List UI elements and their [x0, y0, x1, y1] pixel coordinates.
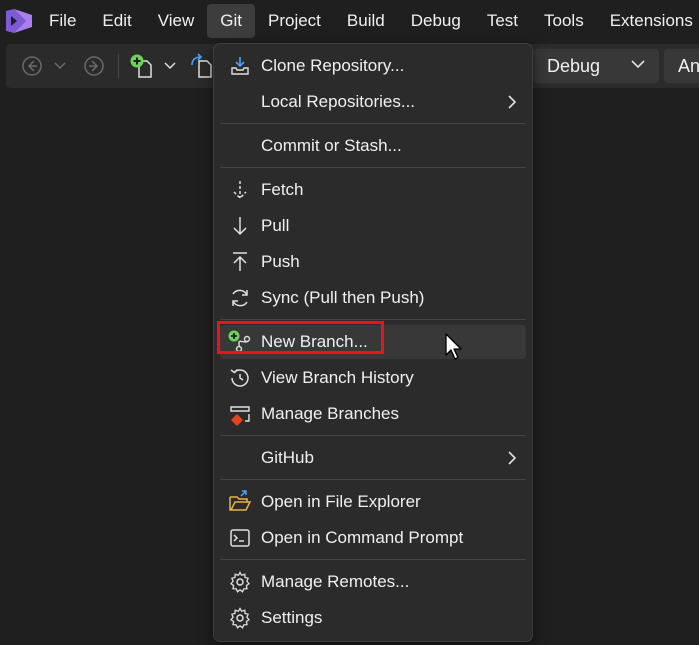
back-icon[interactable]: [20, 52, 44, 80]
menu-item-label: Manage Branches: [261, 404, 399, 423]
forward-icon[interactable]: [82, 52, 106, 80]
gear-icon: [230, 607, 250, 629]
menu-test[interactable]: Test: [474, 4, 531, 38]
toolbar-separator: [118, 54, 119, 78]
menu-item-label: Settings: [261, 608, 323, 627]
menu-file[interactable]: File: [36, 4, 89, 38]
menu-separator: [220, 559, 526, 560]
visual-studio-logo-icon[interactable]: [4, 6, 36, 36]
menu-separator: [220, 435, 526, 436]
menu-item-manage-remotes[interactable]: Manage Remotes...: [220, 565, 526, 599]
new-item-dropdown-chevron-icon[interactable]: [162, 52, 178, 80]
terminal-icon: [230, 529, 250, 547]
menu-item-clone-repository[interactable]: Clone Repository...: [220, 49, 526, 83]
menu-item-push[interactable]: Push: [220, 245, 526, 279]
back-dropdown-chevron-icon[interactable]: [52, 52, 68, 80]
menu-view[interactable]: View: [145, 4, 208, 38]
menu-item-label: New Branch...: [261, 332, 368, 351]
menu-build[interactable]: Build: [334, 4, 398, 38]
chevron-right-icon: [508, 95, 516, 109]
chevron-right-icon: [508, 451, 516, 465]
menu-item-open-in-command-prompt[interactable]: Open in Command Prompt: [220, 521, 526, 555]
gear-icon: [230, 571, 250, 593]
menu-project[interactable]: Project: [255, 4, 334, 38]
solution-configuration-value: Debug: [547, 55, 601, 76]
menu-item-fetch[interactable]: Fetch: [220, 173, 526, 207]
menu-separator: [220, 479, 526, 480]
mouse-cursor-icon: [445, 333, 462, 360]
menu-debug[interactable]: Debug: [398, 4, 474, 38]
menu-item-label: Sync (Pull then Push): [261, 288, 425, 307]
menu-item-label: GitHub: [261, 448, 314, 467]
clone-repository-icon: [231, 57, 249, 75]
menu-item-label: Local Repositories...: [261, 92, 416, 111]
menu-item-local-repositories[interactable]: Local Repositories...: [220, 85, 526, 119]
menu-item-label: Manage Remotes...: [261, 572, 410, 591]
menu-item-new-branch[interactable]: New Branch...: [220, 325, 526, 359]
new-branch-icon: [228, 330, 251, 353]
open-file-icon[interactable]: [188, 52, 214, 80]
menu-tools[interactable]: Tools: [531, 4, 597, 38]
menu-item-label: Push: [261, 252, 300, 271]
menu-git[interactable]: Git: [207, 4, 255, 38]
solution-platform-value: An: [678, 55, 699, 76]
menu-item-pull[interactable]: Pull: [220, 209, 526, 243]
git-menu-dropdown: Clone Repository... Local Repositories..…: [213, 43, 533, 642]
menu-separator: [220, 319, 526, 320]
menu-item-manage-branches[interactable]: Manage Branches: [220, 397, 526, 431]
menu-item-label: Clone Repository...: [261, 56, 405, 75]
solution-platform-dropdown[interactable]: An: [664, 49, 699, 83]
push-arrow-up-icon: [233, 252, 247, 271]
menu-separator: [220, 123, 526, 124]
menu-bar: File Edit View Git Project Build Debug T…: [0, 0, 699, 42]
manage-branches-icon: [230, 406, 250, 426]
menu-item-label: Open in File Explorer: [261, 492, 421, 511]
menu-edit[interactable]: Edit: [89, 4, 144, 38]
pull-arrow-down-icon: [233, 217, 247, 236]
new-item-icon[interactable]: [128, 52, 156, 80]
fetch-arrow-down-icon: [233, 181, 247, 200]
menu-item-settings[interactable]: Settings: [220, 601, 526, 635]
solution-configuration-dropdown[interactable]: Debug: [533, 49, 659, 83]
menu-item-view-branch-history[interactable]: View Branch History: [220, 361, 526, 395]
menu-extensions[interactable]: Extensions: [597, 4, 699, 38]
menu-item-label: Commit or Stash...: [261, 136, 402, 155]
history-icon: [230, 368, 249, 387]
menu-item-label: Fetch: [261, 180, 304, 199]
menu-item-commit-or-stash[interactable]: Commit or Stash...: [220, 129, 526, 163]
menu-item-label: Open in Command Prompt: [261, 528, 464, 547]
chevron-down-icon: [631, 60, 645, 69]
menu-item-label: View Branch History: [261, 368, 414, 387]
menu-item-github[interactable]: GitHub: [220, 441, 526, 475]
menu-separator: [220, 167, 526, 168]
folder-open-icon: [229, 490, 252, 511]
sync-icon: [232, 289, 248, 307]
menu-item-label: Pull: [261, 216, 290, 235]
menu-item-sync[interactable]: Sync (Pull then Push): [220, 281, 526, 315]
menu-item-open-in-file-explorer[interactable]: Open in File Explorer: [220, 485, 526, 519]
